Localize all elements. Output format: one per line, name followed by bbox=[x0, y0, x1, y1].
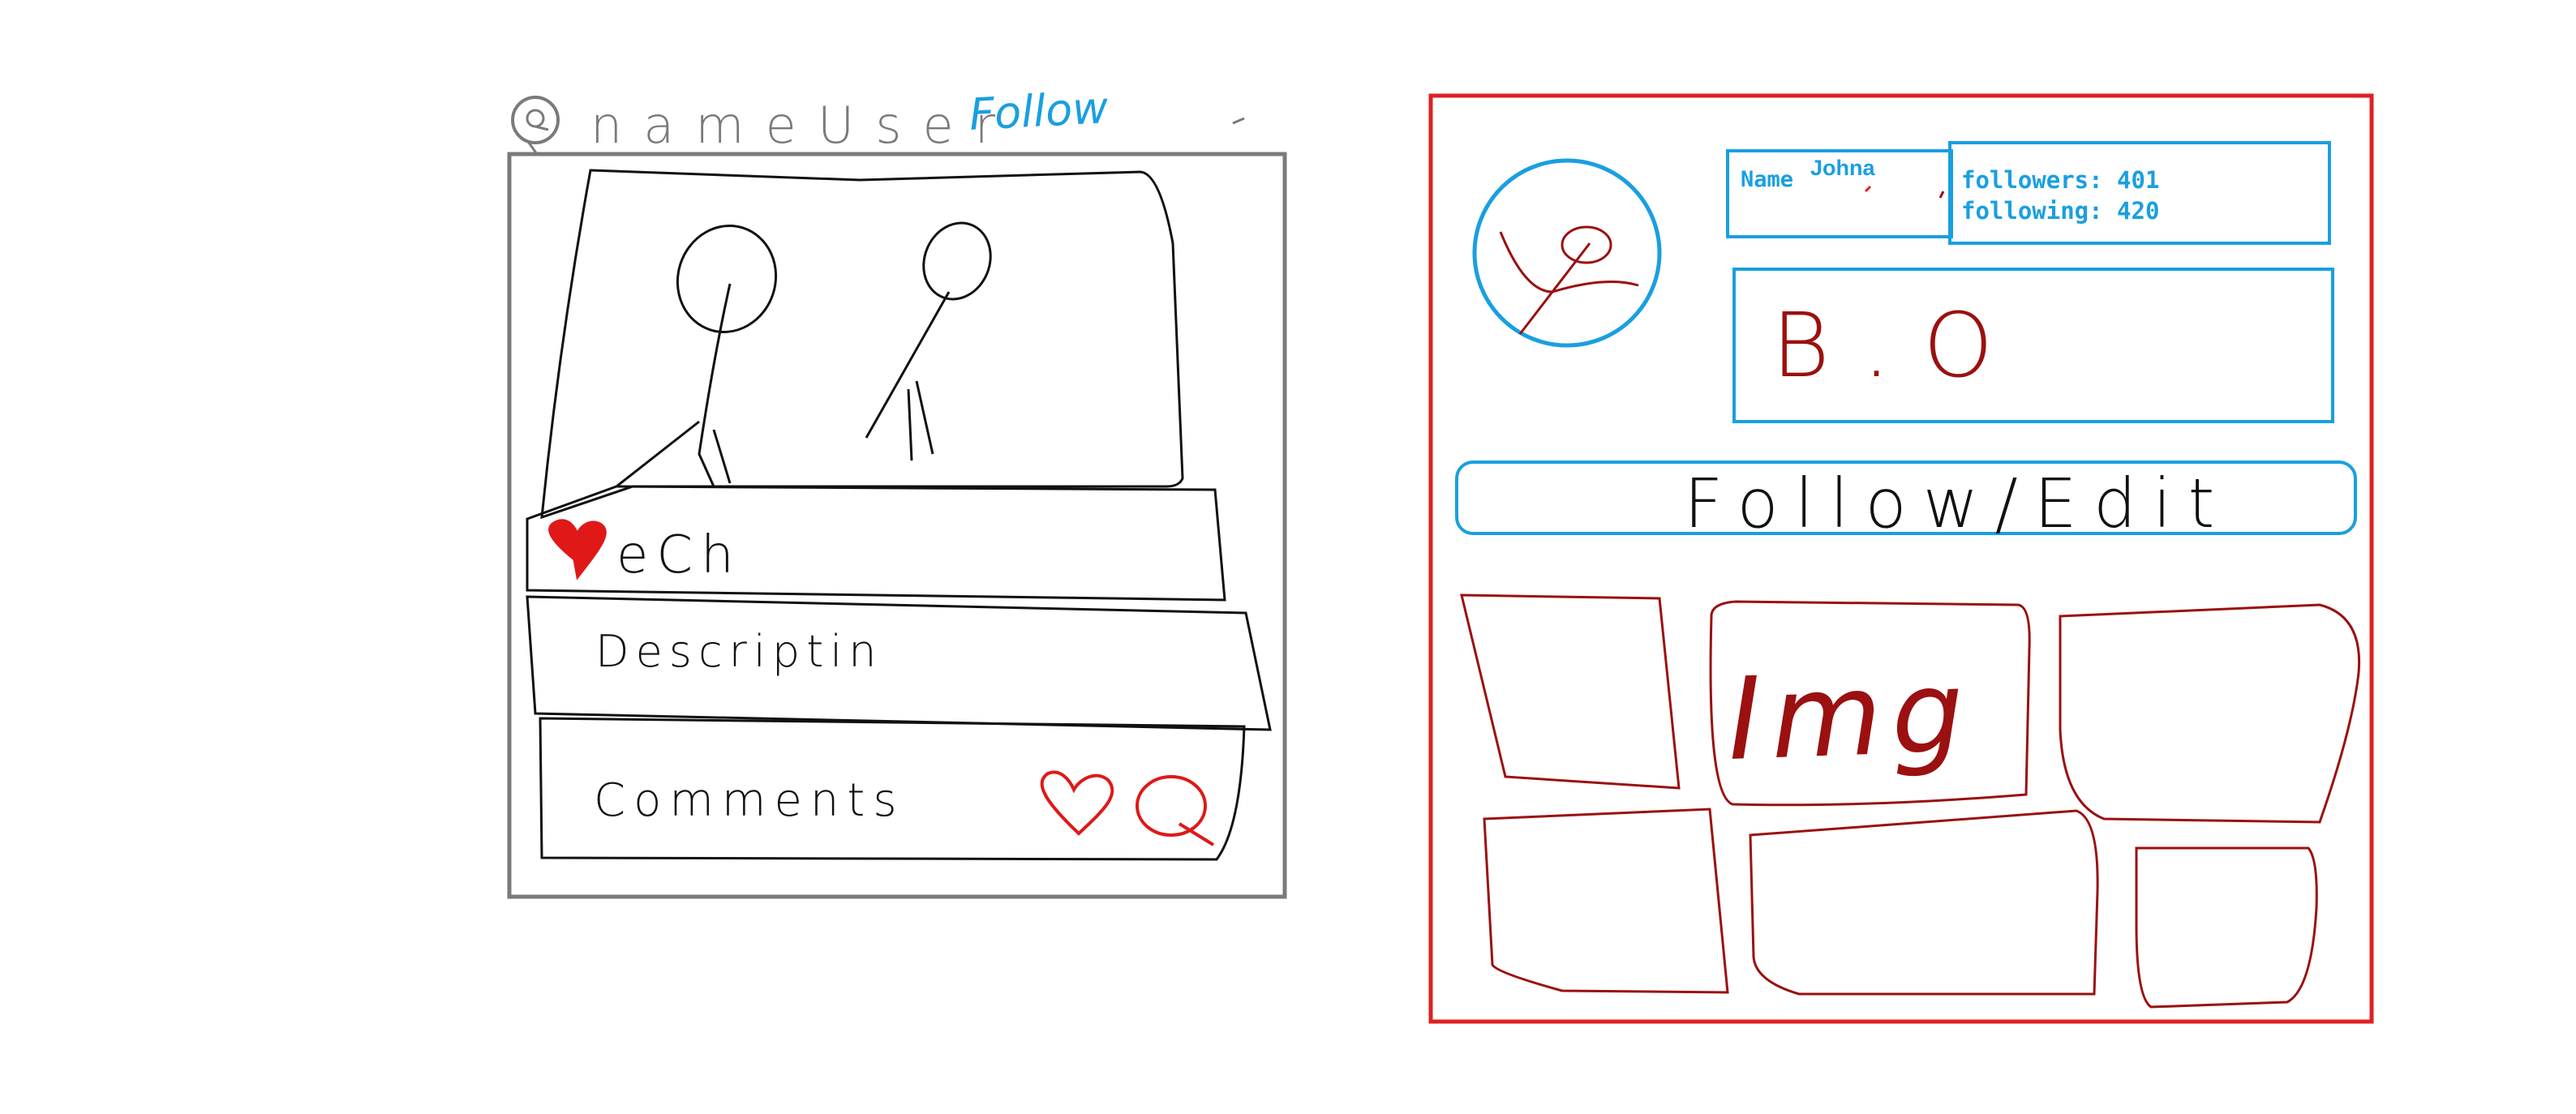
profile-image-grid: Img bbox=[1460, 593, 2361, 1009]
post-comments-box: Comments bbox=[539, 717, 1246, 861]
post-description-box: Descriptin bbox=[526, 595, 1272, 731]
profile-name-box: Name Johna bbox=[1726, 149, 1953, 238]
profile-name-label: Name bbox=[1741, 167, 1793, 192]
grid-image-1[interactable] bbox=[1460, 593, 1681, 790]
heart-icon[interactable] bbox=[1040, 770, 1114, 836]
comment-icon[interactable] bbox=[1136, 775, 1215, 846]
follow-edit-button[interactable]: Follow/Edit bbox=[1455, 461, 2357, 543]
profile-following: following: 420 bbox=[1961, 197, 2159, 225]
grid-image-label: Img bbox=[1725, 646, 1975, 786]
grid-image-3[interactable] bbox=[2059, 603, 2361, 824]
stray-mark bbox=[1232, 117, 1245, 125]
grid-image-6[interactable] bbox=[2135, 846, 2318, 1009]
profile-followers: followers: 401 bbox=[1961, 166, 2159, 194]
post-avatar-icon bbox=[511, 96, 560, 155]
grid-image-4[interactable] bbox=[1483, 808, 1729, 994]
post-follow-link[interactable]: Follow bbox=[968, 82, 1110, 140]
profile-stats-box: followers: 401 following: 420 bbox=[1948, 141, 2331, 245]
profile-bio-box: B.O bbox=[1732, 268, 2334, 423]
stick-figure-icon bbox=[865, 221, 992, 461]
profile-name-value: Johna bbox=[1810, 156, 1875, 180]
post-action-bar: eCh bbox=[526, 485, 1226, 602]
stick-figure-icon bbox=[616, 225, 778, 488]
profile-frame bbox=[1428, 93, 2374, 1024]
post-comments: Comments bbox=[594, 774, 905, 827]
heart-icon[interactable] bbox=[548, 519, 607, 581]
post-description: Descriptin bbox=[595, 626, 883, 677]
post-photo bbox=[540, 169, 1184, 520]
profile-avatar-icon bbox=[1472, 158, 1662, 348]
post-wireframe: nameUser Follow eCh Descriptin Comments bbox=[507, 82, 1287, 899]
post-username: nameUser bbox=[590, 96, 1016, 155]
post-actions-text: eCh bbox=[616, 525, 742, 585]
grid-image-5[interactable] bbox=[1749, 809, 2099, 996]
profile-bio: B.O bbox=[1771, 293, 2026, 397]
follow-edit-label: Follow/Edit bbox=[1684, 464, 2230, 543]
wireframe-canvas: nameUser Follow eCh Descriptin Comments … bbox=[507, 82, 2374, 1024]
profile-wireframe: Name Johna followers: 401 following: 420… bbox=[1428, 93, 2374, 1024]
